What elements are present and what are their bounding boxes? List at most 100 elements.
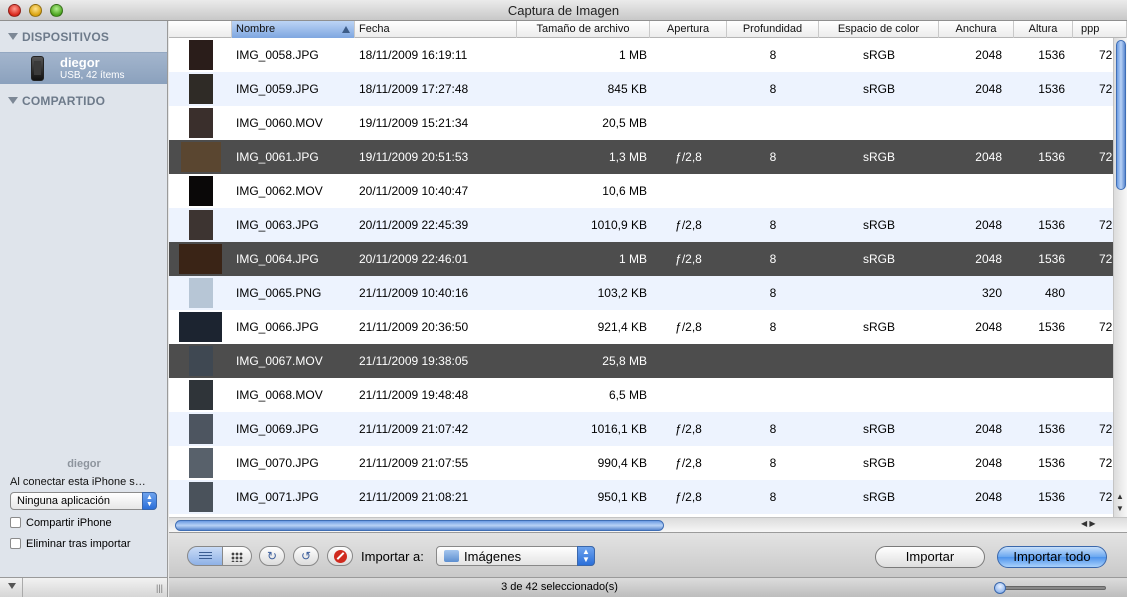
column-header-aperture[interactable]: Apertura bbox=[650, 21, 727, 38]
cell-width: 2048 bbox=[975, 320, 1002, 334]
status-bar: 3 de 42 seleccionado(s) bbox=[169, 577, 1127, 597]
cell-name: IMG_0068.MOV bbox=[236, 388, 323, 402]
table-row[interactable]: IMG_0069.JPG 21/11/2009 21:07:42 1016,1 KB… bbox=[169, 412, 1113, 446]
table-row[interactable]: IMG_0063.JPG 20/11/2009 22:45:39 1010,9 KB… bbox=[169, 208, 1113, 242]
column-header-date[interactable]: Fecha bbox=[355, 21, 517, 38]
column-header-name[interactable]: Nombre bbox=[232, 21, 355, 38]
scroll-arrows-icon[interactable]: ◀ ▶ bbox=[1081, 519, 1096, 528]
cell-date: 21/11/2009 21:07:42 bbox=[359, 422, 469, 436]
cell-height: 1536 bbox=[1038, 252, 1065, 266]
table-row[interactable]: IMG_0071.JPG 21/11/2009 21:08:21 950,1 KB ƒ… bbox=[169, 480, 1113, 514]
column-header-size[interactable]: Tamaño de archivo bbox=[517, 21, 650, 38]
cell-size: 103,2 KB bbox=[597, 286, 647, 300]
vertical-scroll-thumb[interactable] bbox=[1116, 40, 1126, 190]
table-row[interactable]: IMG_0061.JPG 19/11/2009 20:51:53 1,3 MB ƒ/2… bbox=[169, 140, 1113, 174]
cell-height: 1536 bbox=[1038, 218, 1065, 232]
cell-size: 10,6 MB bbox=[602, 184, 647, 198]
column-header-thumbnail[interactable] bbox=[169, 21, 232, 38]
cell-depth: 8 bbox=[769, 218, 777, 232]
vertical-scrollbar[interactable]: ▲ ▼ bbox=[1113, 38, 1127, 517]
checkbox-icon[interactable] bbox=[10, 517, 21, 528]
rotate-right-button[interactable]: ↺ bbox=[293, 546, 319, 566]
device-subtitle: USB, 42 ítems bbox=[60, 70, 125, 81]
table-row[interactable]: IMG_0067.MOV 21/11/2009 19:38:05 25,8 MB bbox=[169, 344, 1113, 378]
cell-name: IMG_0059.JPG bbox=[236, 82, 319, 96]
cell-aperture: ƒ/2,8 bbox=[675, 320, 702, 334]
rotate-left-button[interactable]: ↻ bbox=[259, 546, 285, 566]
destination-folder-popup[interactable]: Imágenes ▲ ▼ bbox=[436, 546, 595, 566]
cell-size: 25,8 MB bbox=[602, 354, 647, 368]
resize-grip-icon[interactable]: ||| bbox=[156, 583, 163, 593]
import-button[interactable]: Importar bbox=[875, 546, 985, 568]
table-row[interactable]: IMG_0060.MOV 19/11/2009 15:21:34 20,5 MB bbox=[169, 106, 1113, 140]
cell-date: 21/11/2009 21:08:21 bbox=[359, 490, 469, 504]
cell-height: 1536 bbox=[1038, 456, 1065, 470]
cell-size: 1,3 MB bbox=[608, 150, 647, 164]
sidebar-menu-arrow-icon[interactable] bbox=[8, 583, 16, 589]
disclosure-triangle-icon[interactable] bbox=[8, 97, 18, 104]
delete-icon bbox=[333, 550, 347, 563]
devices-section-header[interactable]: DISPOSITIVOS bbox=[8, 30, 109, 44]
thumbnail-image bbox=[179, 244, 222, 274]
import-all-button[interactable]: Importar todo bbox=[997, 546, 1107, 568]
table-row[interactable]: IMG_0068.MOV 21/11/2009 19:48:48 6,5 MB bbox=[169, 378, 1113, 412]
cell-width: 2048 bbox=[975, 218, 1002, 232]
thumbnail-size-slider[interactable] bbox=[994, 582, 1106, 594]
cell-height: 480 bbox=[1044, 286, 1065, 300]
shared-section-header[interactable]: COMPARTIDO bbox=[8, 94, 105, 108]
horizontal-scrollbar[interactable]: ◀ ▶ bbox=[169, 517, 1127, 532]
cell-colorspace: sRGB bbox=[862, 82, 895, 96]
cell-name: IMG_0058.JPG bbox=[236, 48, 319, 62]
cell-date: 21/11/2009 19:48:48 bbox=[359, 388, 469, 402]
share-iphone-checkbox[interactable]: Compartir iPhone bbox=[10, 517, 112, 529]
rotate-right-icon: ↺ bbox=[300, 549, 312, 563]
cell-date: 21/11/2009 21:07:55 bbox=[359, 456, 469, 470]
column-header-width[interactable]: Anchura bbox=[939, 21, 1014, 38]
cell-depth: 8 bbox=[769, 252, 777, 266]
on-connect-app-popup[interactable]: Ninguna aplicación ▲ ▼ bbox=[10, 492, 157, 510]
table-row[interactable]: IMG_0059.JPG 18/11/2009 17:27:48 845 KB 8 sR… bbox=[169, 72, 1113, 106]
cell-date: 21/11/2009 10:40:16 bbox=[359, 286, 469, 300]
icon-view-button[interactable] bbox=[222, 546, 252, 566]
list-view-icon bbox=[199, 552, 212, 561]
selection-status: 3 de 42 seleccionado(s) bbox=[501, 581, 618, 593]
delete-button[interactable] bbox=[327, 546, 353, 566]
checkbox-icon[interactable] bbox=[10, 538, 21, 549]
table-row[interactable]: IMG_0066.JPG 21/11/2009 20:36:50 921,4 KB ƒ… bbox=[169, 310, 1113, 344]
cell-name: IMG_0067.MOV bbox=[236, 354, 323, 368]
table-row[interactable]: IMG_0070.JPG 21/11/2009 21:07:55 990,4 KB ƒ… bbox=[169, 446, 1113, 480]
cell-colorspace: sRGB bbox=[862, 252, 895, 266]
column-header-colorspace[interactable]: Espacio de color bbox=[819, 21, 939, 38]
sort-ascending-icon bbox=[342, 26, 350, 33]
divider bbox=[22, 578, 23, 597]
cell-depth: 8 bbox=[769, 150, 777, 164]
cell-depth: 8 bbox=[769, 490, 777, 504]
disclosure-triangle-icon[interactable] bbox=[8, 33, 18, 40]
table-row[interactable]: IMG_0062.MOV 20/11/2009 10:40:47 10,6 MB bbox=[169, 174, 1113, 208]
cell-size: 1 MB bbox=[618, 48, 647, 62]
column-header-depth[interactable]: Profundidad bbox=[727, 21, 819, 38]
list-view-button[interactable] bbox=[187, 546, 223, 566]
cell-width: 2048 bbox=[975, 48, 1002, 62]
title-bar: Captura de Imagen bbox=[0, 0, 1127, 21]
table-row[interactable]: IMG_0064.JPG 20/11/2009 22:46:01 1 MB ƒ/2,8… bbox=[169, 242, 1113, 276]
column-header-ppp[interactable]: ppp bbox=[1073, 21, 1127, 38]
slider-knob[interactable] bbox=[994, 582, 1006, 594]
cell-depth: 8 bbox=[769, 422, 777, 436]
table-row[interactable]: IMG_0058.JPG 18/11/2009 16:19:11 1 MB 8 sRGB… bbox=[169, 38, 1113, 72]
cell-name: IMG_0065.PNG bbox=[236, 286, 322, 300]
cell-name: IMG_0066.JPG bbox=[236, 320, 319, 334]
thumbnail-image bbox=[189, 74, 213, 104]
cell-aperture: ƒ/2,8 bbox=[675, 252, 702, 266]
cell-size: 921,4 KB bbox=[597, 320, 647, 334]
sidebar-item-device[interactable]: diegor USB, 42 ítems bbox=[0, 52, 167, 84]
horizontal-scroll-thumb[interactable] bbox=[175, 520, 664, 531]
cell-width: 2048 bbox=[975, 422, 1002, 436]
column-header-height[interactable]: Altura bbox=[1014, 21, 1073, 38]
cell-date: 21/11/2009 19:38:05 bbox=[359, 354, 469, 368]
cell-colorspace: sRGB bbox=[862, 218, 895, 232]
thumbnail-image bbox=[189, 210, 213, 240]
delete-after-import-checkbox[interactable]: Eliminar tras importar bbox=[10, 538, 131, 550]
scroll-arrows-icon[interactable]: ▲ ▼ bbox=[1116, 491, 1124, 515]
table-row[interactable]: IMG_0065.PNG 21/11/2009 10:40:16 103,2 KB 8… bbox=[169, 276, 1113, 310]
